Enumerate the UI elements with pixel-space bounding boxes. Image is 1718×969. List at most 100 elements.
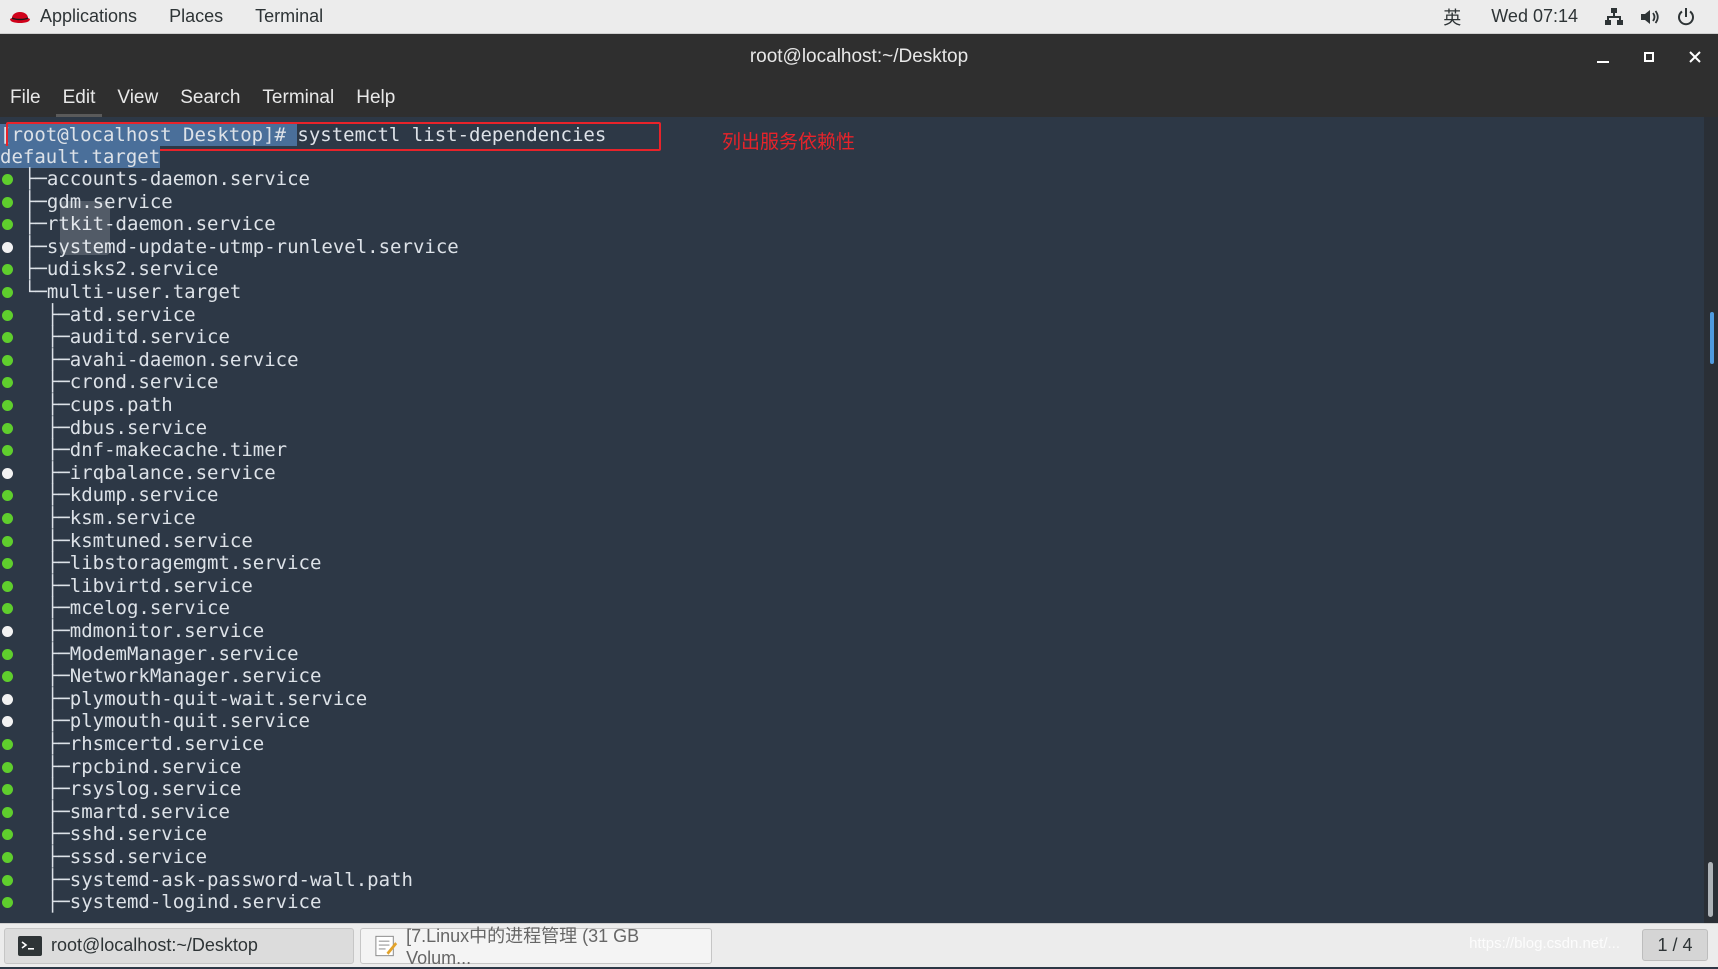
unit-name: cups.path [69, 394, 173, 416]
unit-status-dot [2, 241, 13, 253]
top-panel-right: 英 Wed 07:14 [1429, 0, 1718, 33]
tree-branch: ├─ [24, 439, 70, 462]
tree-branch: ├─ [24, 484, 70, 507]
terminal-scrollbar[interactable] [1704, 117, 1718, 923]
window-controls [1580, 34, 1718, 79]
unit-line: ├─sssd.service [24, 846, 207, 868]
unit-line: ├─dbus.service [24, 417, 207, 439]
unit-line: ├─crond.service [24, 371, 219, 394]
menu-view[interactable]: View [106, 79, 169, 117]
terminal-output[interactable]: [root@localhost Desktop]# systemctl list… [0, 117, 1704, 923]
places-menu[interactable]: Places [153, 0, 239, 33]
unit-line: ├─rsyslog.service [24, 778, 241, 800]
tree-branch: ├─ [24, 868, 70, 891]
tree-branch: ├─ [24, 168, 47, 190]
unit-status-dot [2, 174, 13, 185]
menu-terminal[interactable]: Terminal [251, 79, 345, 117]
unit-line: ├─accounts-daemon.service [24, 168, 310, 190]
terminal-icon [18, 935, 42, 956]
unit-status-dot [2, 490, 13, 502]
unit-name: irqbalance.service [69, 461, 276, 484]
unit-line: ├─smartd.service [24, 801, 230, 823]
unit-name: rpcbind.service [69, 755, 242, 778]
ghost-desktop-tile [60, 201, 110, 255]
window-title: root@localhost:~/Desktop [749, 45, 969, 67]
tree-branch: ├─ [24, 394, 70, 416]
redhat-logo-icon [10, 11, 30, 23]
unit-line: ├─systemd-ask-password-wall.path [24, 869, 413, 891]
unit-line: ├─ksm.service [24, 507, 196, 529]
unit-name: auditd.service [69, 326, 230, 349]
tree-branch: ├─ [24, 258, 47, 281]
tree-branch: ├─ [24, 416, 70, 439]
unit-line: ├─ModemManager.service [24, 643, 299, 665]
terminal-app-menu[interactable]: Terminal [239, 0, 339, 33]
task-text-editor-label: [7.Linux中的进程管理 (31 GB Volum... [406, 926, 640, 968]
unit-name: ksm.service [69, 507, 196, 529]
tree-branch: └─ [24, 281, 47, 303]
unit-status-dot [2, 761, 13, 773]
unit-name: avahi-daemon.service [69, 348, 299, 371]
unit-status-dot [2, 739, 13, 750]
minimize-button[interactable] [1580, 34, 1626, 79]
tree-branch: ├─ [24, 371, 70, 394]
tree-branch: ├─ [24, 642, 70, 665]
task-text-editor[interactable]: [7.Linux中的进程管理 (31 GB Volum... [360, 926, 712, 968]
unit-line: ├─plymouth-quit.service [24, 710, 310, 732]
unit-name: libvirtd.service [69, 574, 253, 597]
applications-menu[interactable]: Applications [0, 0, 153, 33]
unit-status-dot [2, 287, 13, 298]
power-icon[interactable] [1675, 6, 1697, 28]
unit-name: sssd.service [69, 846, 208, 868]
tree-branch: ├─ [24, 574, 70, 597]
tree-branch: ├─ [24, 348, 70, 371]
unit-name: smartd.service [69, 800, 230, 823]
tree-branch: ├─ [24, 710, 70, 733]
unit-status-dot [2, 626, 13, 637]
tree-branch: ├─ [24, 213, 47, 236]
task-terminal[interactable]: root@localhost:~/Desktop [4, 927, 354, 964]
unit-line: ├─systemd-logind.service [24, 891, 322, 914]
network-icon[interactable] [1603, 6, 1625, 28]
unit-status-dot [2, 196, 13, 208]
unit-name: plymouth-quit.service [69, 710, 310, 733]
unit-line: ├─mcelog.service [24, 597, 230, 619]
tree-branch: ├─ [24, 733, 70, 755]
unit-line: ├─irqbalance.service [24, 462, 276, 484]
window-titlebar[interactable]: root@localhost:~/Desktop [0, 34, 1718, 79]
unit-name: mcelog.service [69, 597, 230, 620]
unit-name: accounts-daemon.service [46, 168, 310, 190]
unit-status-dot [2, 897, 13, 909]
workspace-pager[interactable]: 1 / 4 [1642, 929, 1708, 961]
unit-line: └─multi-user.target [24, 281, 241, 303]
close-icon [1689, 50, 1701, 63]
unit-status-dot [2, 603, 13, 615]
tree-branch: ├─ [24, 597, 70, 620]
menu-help[interactable]: Help [345, 79, 406, 117]
tree-branch: ├─ [24, 326, 70, 349]
unit-line: ├─sshd.service [24, 823, 207, 845]
tree-branch: ├─ [24, 552, 70, 575]
unit-name: libstoragemgmt.service [69, 552, 322, 575]
close-button[interactable] [1672, 34, 1718, 79]
input-method-indicator[interactable]: 英 [1429, 4, 1475, 30]
unit-name: plymouth-quit-wait.service [69, 687, 368, 710]
menu-file[interactable]: File [0, 79, 52, 117]
volume-icon[interactable] [1639, 6, 1661, 28]
unit-line: ├─plymouth-quit-wait.service [24, 688, 367, 710]
minimize-icon [1597, 60, 1609, 63]
unit-name: NetworkManager.service [69, 665, 322, 688]
unit-name: systemd-logind.service [69, 891, 322, 914]
unit-status-dot [2, 716, 13, 728]
unit-name: crond.service [69, 371, 219, 394]
tree-branch: ├─ [24, 755, 70, 778]
maximize-button[interactable] [1626, 34, 1672, 79]
menu-edit[interactable]: Edit [52, 79, 107, 117]
menu-search[interactable]: Search [169, 79, 251, 117]
scroll-thumb[interactable] [1708, 862, 1713, 917]
clock[interactable]: Wed 07:14 [1475, 6, 1596, 27]
unit-line: ├─udisks2.service [24, 258, 218, 280]
unit-status-dot [2, 829, 13, 841]
unit-status-dot [2, 693, 13, 705]
tree-branch: ├─ [24, 665, 70, 688]
